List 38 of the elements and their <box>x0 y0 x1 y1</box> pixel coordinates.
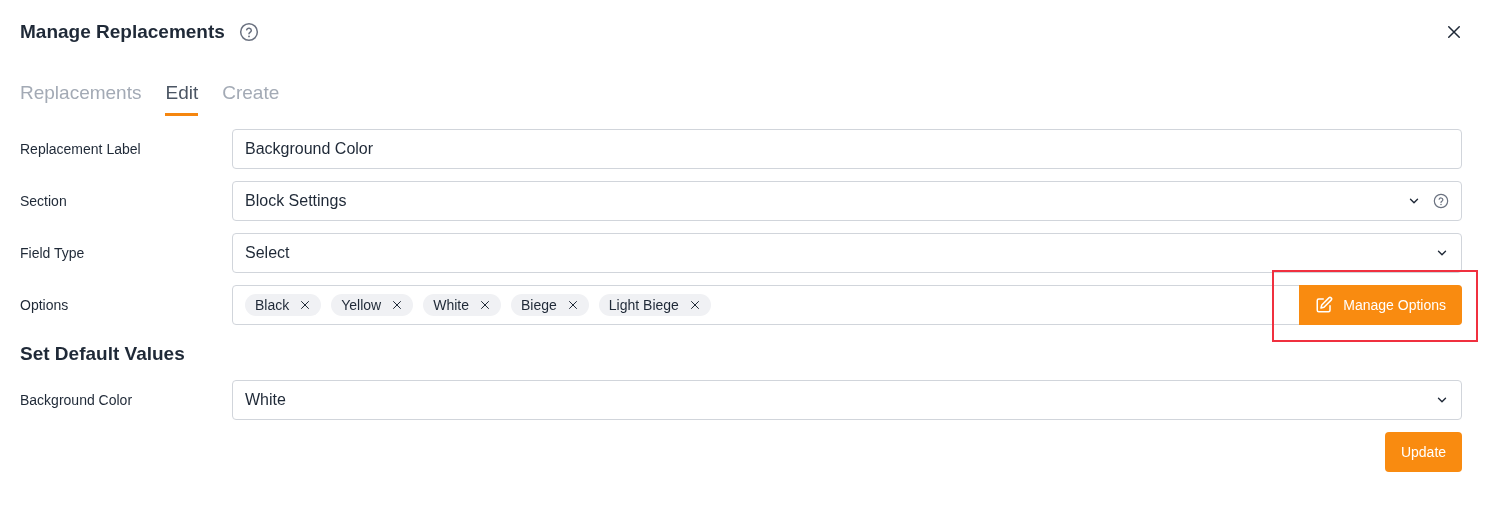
tag-label: Light Biege <box>608 297 679 313</box>
remove-tag-button[interactable] <box>299 299 312 311</box>
close-icon <box>391 299 404 311</box>
tags-field[interactable]: Black Yellow White Biege Light Biege Manage Options <box>232 285 1462 325</box>
close-icon <box>688 299 701 311</box>
tag-label: White <box>433 297 469 313</box>
select-field[interactable]: Block Settings <box>232 181 1462 221</box>
tag-chip[interactable]: Biege <box>511 294 589 316</box>
select-value: White <box>245 391 287 409</box>
tag-chip[interactable]: Light Biege <box>598 294 711 316</box>
field-label: Background Color <box>20 392 134 408</box>
select-field[interactable]: White <box>232 380 1462 420</box>
remove-tag-button[interactable] <box>391 299 404 311</box>
field-label: Section <box>20 193 68 209</box>
tag-chip[interactable]: White <box>423 294 501 316</box>
close-icon <box>566 299 579 311</box>
remove-tag-button[interactable] <box>566 299 579 311</box>
remove-tag-button[interactable] <box>479 299 491 311</box>
close-icon <box>299 299 312 311</box>
close-icon <box>479 299 491 311</box>
remove-tag-button[interactable] <box>688 299 701 311</box>
tag-label: Yellow <box>341 297 382 313</box>
select-value: Block Settings <box>245 192 348 210</box>
select-field[interactable]: Select <box>232 233 1462 273</box>
select-value: Select <box>245 244 291 262</box>
edit-icon <box>1315 296 1334 314</box>
help-icon <box>238 21 259 42</box>
tag-chip[interactable]: Black <box>245 294 322 316</box>
tag-label: Black <box>255 297 290 313</box>
field-label: Field Type <box>20 245 86 261</box>
field-label: Replacement Label <box>20 141 142 157</box>
tag-label: Biege <box>521 297 557 313</box>
tag-chip[interactable]: Yellow <box>331 294 414 316</box>
section-heading: Set Default Values <box>20 343 186 365</box>
field-label: Options <box>20 297 70 313</box>
dialog-title: Manage Replacements <box>20 20 225 43</box>
tab[interactable]: Edit <box>165 82 199 116</box>
text-field[interactable]: Background Color <box>232 129 1462 169</box>
